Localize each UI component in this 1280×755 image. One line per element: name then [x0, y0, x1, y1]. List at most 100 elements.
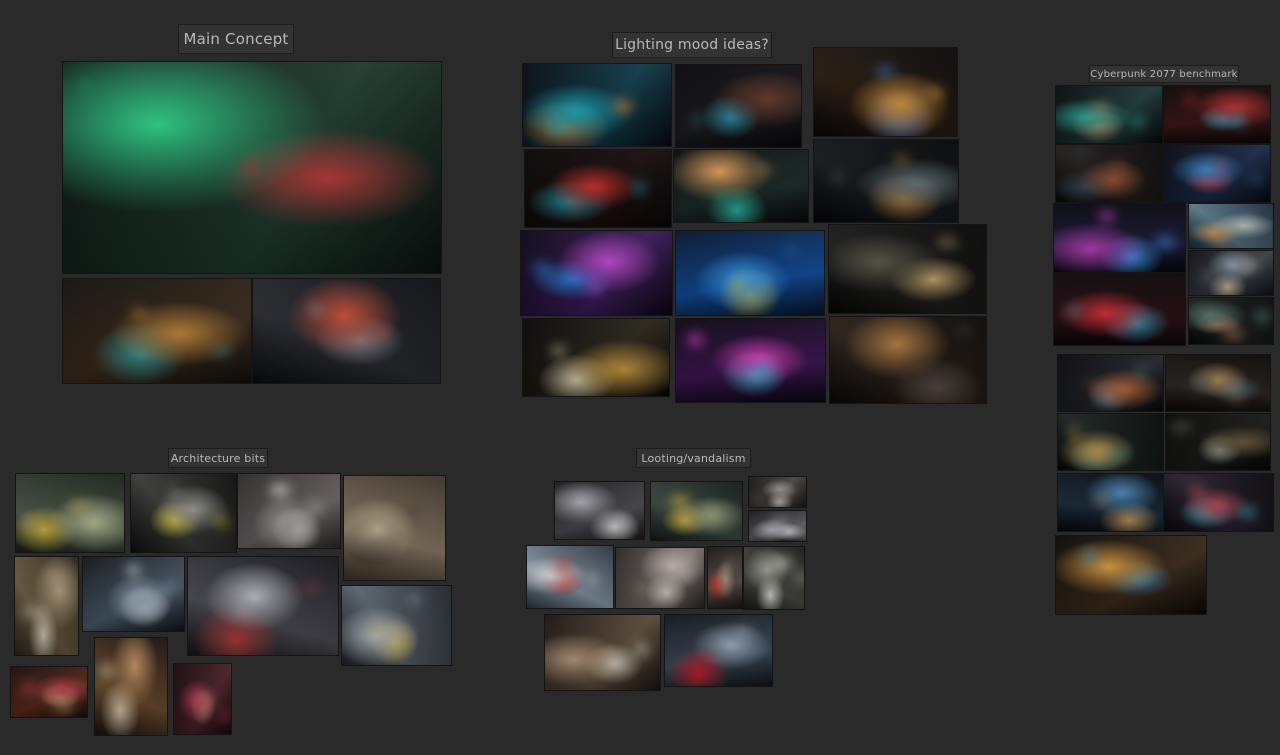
reference-image[interactable] — [237, 473, 341, 549]
reference-image[interactable] — [813, 139, 959, 223]
thumbnail-highlight — [606, 363, 615, 375]
reference-image[interactable] — [544, 614, 661, 691]
reference-image[interactable] — [15, 473, 125, 553]
reference-image[interactable] — [94, 637, 168, 736]
reference-image[interactable] — [615, 547, 705, 609]
reference-image[interactable] — [14, 556, 79, 656]
group-label-architecture: Architecture bits — [168, 448, 268, 468]
thumbnail-highlight — [1095, 496, 1109, 505]
thumbnail-highlight — [1114, 448, 1128, 461]
reference-image[interactable] — [828, 224, 987, 314]
thumbnail-highlight — [1202, 272, 1218, 281]
reference-image[interactable] — [664, 614, 773, 687]
thumbnail-highlight — [928, 87, 944, 98]
reference-image[interactable] — [1057, 413, 1164, 471]
thumbnail-highlight — [1067, 305, 1081, 316]
thumbnail-highlight — [732, 278, 746, 293]
reference-image[interactable] — [10, 666, 88, 718]
thumbnail-highlight — [236, 608, 251, 615]
thumbnail-highlight — [1130, 117, 1146, 128]
thumbnail-highlight — [735, 628, 751, 637]
thumbnail-highlight — [771, 518, 787, 529]
reference-image[interactable] — [522, 318, 670, 397]
reference-image[interactable] — [130, 473, 237, 553]
thumbnail-highlight — [217, 712, 231, 721]
thumbnail-highlight — [1231, 115, 1245, 128]
reference-image[interactable] — [524, 149, 672, 228]
reference-image[interactable] — [1188, 297, 1274, 345]
thumbnail-highlight — [556, 559, 570, 572]
thumbnail-highlight — [1069, 427, 1078, 441]
thumbnail-highlight — [633, 181, 647, 194]
thumbnail-highlight — [363, 534, 372, 542]
reference-image[interactable] — [1165, 354, 1271, 412]
thumbnail-highlight — [751, 363, 772, 377]
reference-image[interactable] — [62, 61, 442, 274]
thumbnail-highlight — [796, 529, 806, 539]
thumbnail-highlight — [670, 495, 691, 509]
thumbnail-highlight — [794, 572, 804, 585]
thumbnail-highlight — [1209, 438, 1225, 445]
reference-image[interactable] — [650, 481, 743, 541]
reference-image[interactable] — [554, 481, 645, 540]
reference-image[interactable] — [1053, 273, 1186, 346]
reference-image[interactable] — [1053, 203, 1186, 273]
thumbnail-highlight — [100, 664, 114, 679]
reference-image[interactable] — [1163, 144, 1271, 203]
thumbnail-highlight — [531, 262, 552, 274]
reference-image[interactable] — [813, 47, 958, 137]
thumbnail-highlight — [130, 309, 146, 318]
thumbnail-highlight — [1171, 425, 1192, 431]
reference-image[interactable] — [1057, 473, 1164, 532]
thumbnail-highlight — [579, 497, 588, 509]
reference-image[interactable] — [707, 546, 743, 609]
thumbnail-highlight — [215, 516, 228, 527]
thumbnail-highlight — [588, 573, 597, 587]
reference-image[interactable] — [341, 585, 452, 666]
reference-image[interactable] — [1163, 473, 1274, 532]
thumbnail-highlight — [309, 305, 323, 315]
thumbnail-highlight — [164, 582, 173, 596]
reference-image[interactable] — [526, 545, 614, 609]
reference-image[interactable] — [173, 663, 232, 735]
reference-image[interactable] — [743, 546, 805, 610]
thumbnail-highlight — [772, 558, 793, 570]
reference-image[interactable] — [1188, 203, 1274, 249]
reference-image[interactable] — [1055, 144, 1163, 203]
thumbnail-highlight — [46, 571, 62, 582]
thumbnail-highlight — [169, 488, 178, 500]
reference-image[interactable] — [675, 318, 826, 403]
reference-image[interactable] — [187, 556, 339, 656]
thumbnail-highlight — [1133, 367, 1147, 374]
reference-image[interactable] — [748, 476, 807, 508]
reference-image[interactable] — [748, 510, 807, 542]
reference-image[interactable] — [252, 278, 441, 384]
reference-image[interactable] — [675, 230, 825, 316]
thumbnail-highlight — [81, 83, 90, 89]
reference-image[interactable] — [343, 475, 446, 581]
thumbnail-highlight — [778, 489, 792, 496]
reference-image[interactable] — [82, 556, 185, 632]
group-label-cyberpunk-benchmark: Cyberpunk 2077 benchmark — [1089, 65, 1239, 83]
reference-image[interactable] — [520, 230, 673, 316]
thumbnail-highlight — [869, 259, 885, 268]
reference-image[interactable] — [522, 63, 672, 147]
reference-image[interactable] — [1165, 413, 1271, 471]
thumbnail-highlight — [211, 347, 232, 355]
reference-image[interactable] — [62, 278, 252, 384]
reference-image[interactable] — [1057, 354, 1164, 412]
thumbnail-highlight — [1071, 150, 1092, 156]
thumbnail-highlight — [1212, 233, 1226, 248]
reference-image[interactable] — [1055, 85, 1163, 144]
thumbnail-highlight — [757, 166, 773, 173]
reference-image[interactable] — [1055, 535, 1207, 615]
reference-image[interactable] — [675, 64, 802, 148]
thumbnail-highlight — [570, 199, 579, 213]
thumbnail-highlight — [726, 560, 735, 570]
thumbnail-highlight — [22, 520, 38, 529]
reference-image[interactable] — [1163, 85, 1271, 144]
reference-image[interactable] — [673, 149, 809, 223]
reference-image[interactable] — [1188, 250, 1274, 296]
reference-image[interactable] — [829, 316, 987, 404]
thumbnail-highlight — [552, 345, 566, 356]
